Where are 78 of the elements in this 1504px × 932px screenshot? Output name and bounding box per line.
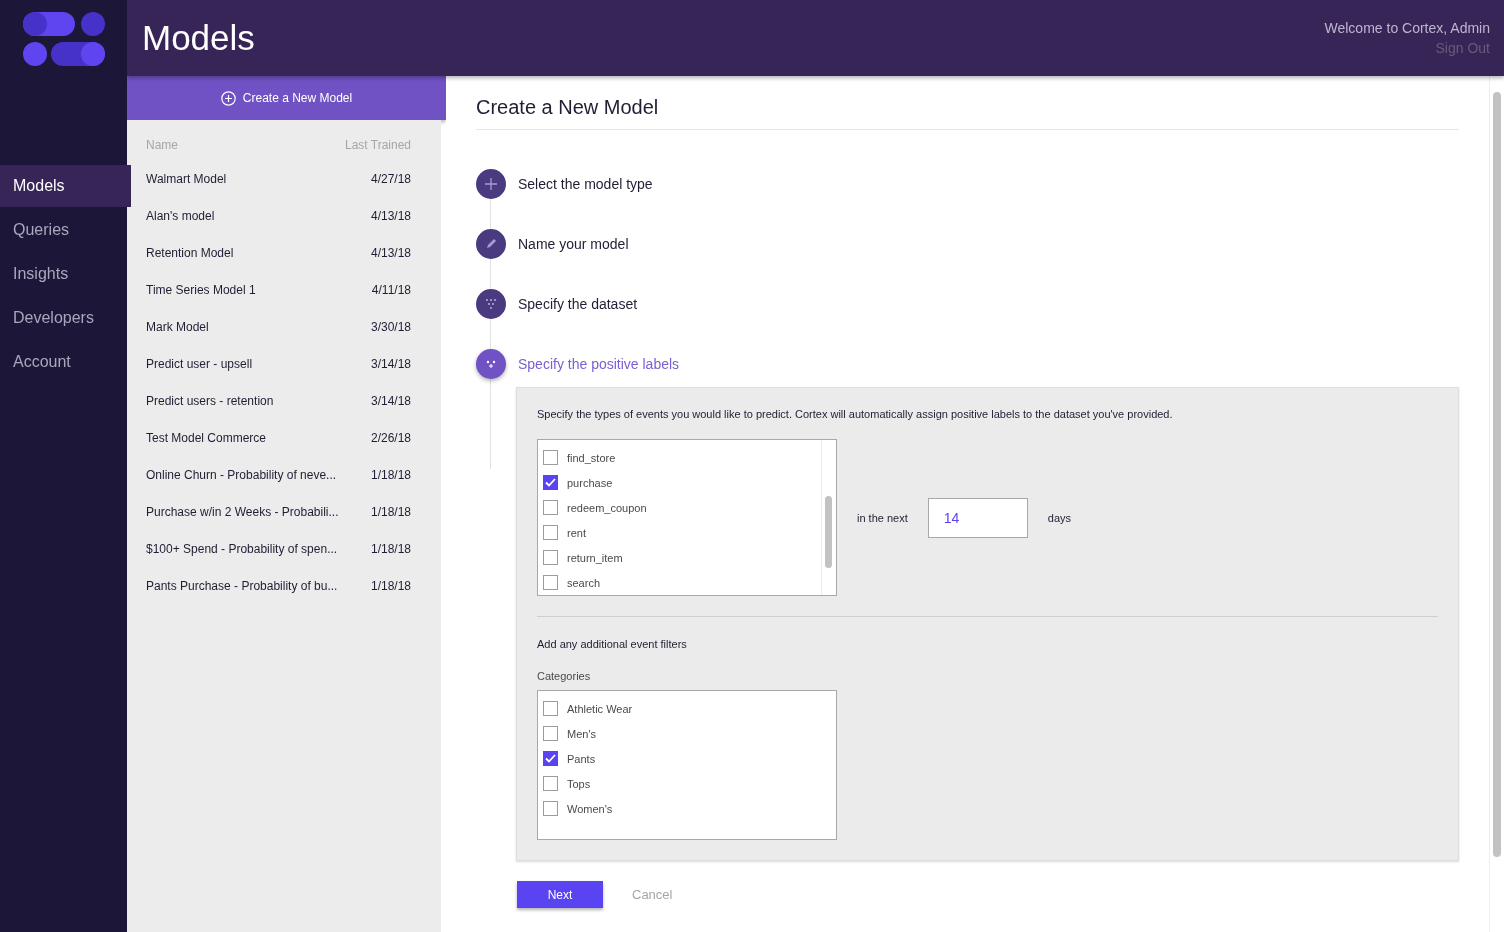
checkbox[interactable] (543, 525, 558, 540)
trained-date: 4/27/18 (370, 171, 411, 186)
event-label: rent (567, 526, 586, 539)
trained-date: 4/13/18 (370, 245, 411, 260)
step-label: Specify the dataset (518, 296, 638, 312)
window-prefix: in the next (857, 511, 908, 524)
model-name[interactable]: $100+ Spend - Probability of spen... (146, 541, 338, 556)
model-name[interactable]: Predict user - upsell (146, 356, 253, 371)
scroll-thumb[interactable] (1493, 92, 1501, 857)
checkbox[interactable] (543, 450, 558, 465)
trained-date: 3/14/18 (370, 393, 411, 408)
checkbox[interactable] (543, 776, 558, 791)
trained-date: 1/18/18 (370, 541, 411, 556)
check-icon (545, 478, 556, 487)
nav-item[interactable]: Queries (0, 209, 127, 251)
category-label: Athletic Wear (567, 702, 633, 715)
checkbox[interactable] (543, 475, 558, 490)
description-text: Specify the types of events you would like to predict. Cortex will automatically assign positive labels to the dataset you've provided. (537, 408, 1174, 420)
trained-date: 4/13/18 (370, 208, 411, 223)
checkbox[interactable] (543, 801, 558, 816)
next-button[interactable]: Next (517, 881, 603, 908)
column-header: Name (146, 138, 178, 152)
step-label: Specify the positive labels (518, 356, 680, 372)
plus-icon (485, 178, 497, 190)
logo-icon (22, 12, 105, 66)
pencil-icon (485, 238, 497, 250)
category-label: Men's (567, 727, 596, 740)
page-title: Models (142, 18, 255, 58)
trained-date: 4/11/18 (371, 282, 411, 297)
model-name[interactable]: Time Series Model 1 (146, 282, 256, 297)
event-label: find_store (567, 451, 616, 464)
model-name[interactable]: Purchase w/in 2 Weeks - Probabili... (146, 504, 339, 519)
plus-circle-icon (220, 90, 236, 106)
model-name[interactable]: Pants Purchase - Probability of bu... (146, 578, 338, 593)
trained-date: 3/30/18 (370, 319, 411, 334)
trained-date: 2/26/18 (370, 430, 411, 445)
step-label: Select the model type (518, 176, 653, 192)
nav-item[interactable]: Account (0, 341, 127, 383)
nav-item[interactable]: Developers (0, 297, 127, 339)
model-name[interactable]: Predict users - retention (146, 393, 274, 408)
model-name[interactable]: Retention Model (146, 245, 234, 260)
category-label: Women's (567, 802, 613, 815)
column-header: Last Trained (344, 138, 411, 152)
trained-date: 1/18/18 (370, 467, 411, 482)
checkbox[interactable] (543, 575, 558, 590)
checkbox[interactable] (543, 726, 558, 741)
category-label: Tops (567, 777, 591, 790)
model-name[interactable]: Alan's model (146, 208, 215, 223)
check-icon (545, 754, 556, 763)
filters-heading: Add any additional event filters (537, 638, 688, 650)
trained-date: 3/14/18 (370, 356, 411, 371)
checkbox[interactable] (543, 550, 558, 565)
create-model-button[interactable]: Create a New Model (127, 76, 446, 120)
model-name[interactable]: Mark Model (146, 319, 209, 334)
event-label: return_item (567, 551, 623, 564)
event-label: redeem_coupon (567, 501, 647, 514)
checkbox[interactable] (543, 500, 558, 515)
dots-icon (486, 359, 496, 369)
form-title: Create a New Model (476, 96, 1459, 130)
trained-date: 1/18/18 (370, 504, 411, 519)
nav-item[interactable]: Models (0, 165, 131, 207)
window-suffix: days (1047, 511, 1071, 524)
scroll-thumb[interactable] (825, 496, 832, 568)
category-label: Pants (567, 752, 596, 765)
dataset-icon (485, 298, 497, 310)
welcome-text: Welcome to Cortex, Admin (1324, 20, 1490, 36)
categories-label: Categories (537, 670, 592, 682)
days-field[interactable]: 14 (927, 497, 1028, 538)
step-label: Name your model (518, 236, 629, 252)
nav-item[interactable]: Insights (0, 253, 127, 295)
event-label: purchase (567, 476, 613, 489)
checkbox[interactable] (543, 701, 558, 716)
model-name[interactable]: Online Churn - Probability of neve... (146, 467, 337, 482)
event-label: search (567, 576, 601, 589)
checkbox[interactable] (543, 751, 558, 766)
trained-date: 1/18/18 (370, 578, 411, 593)
model-name[interactable]: Test Model Commerce (146, 430, 267, 445)
model-name[interactable]: Walmart Model (146, 171, 227, 186)
